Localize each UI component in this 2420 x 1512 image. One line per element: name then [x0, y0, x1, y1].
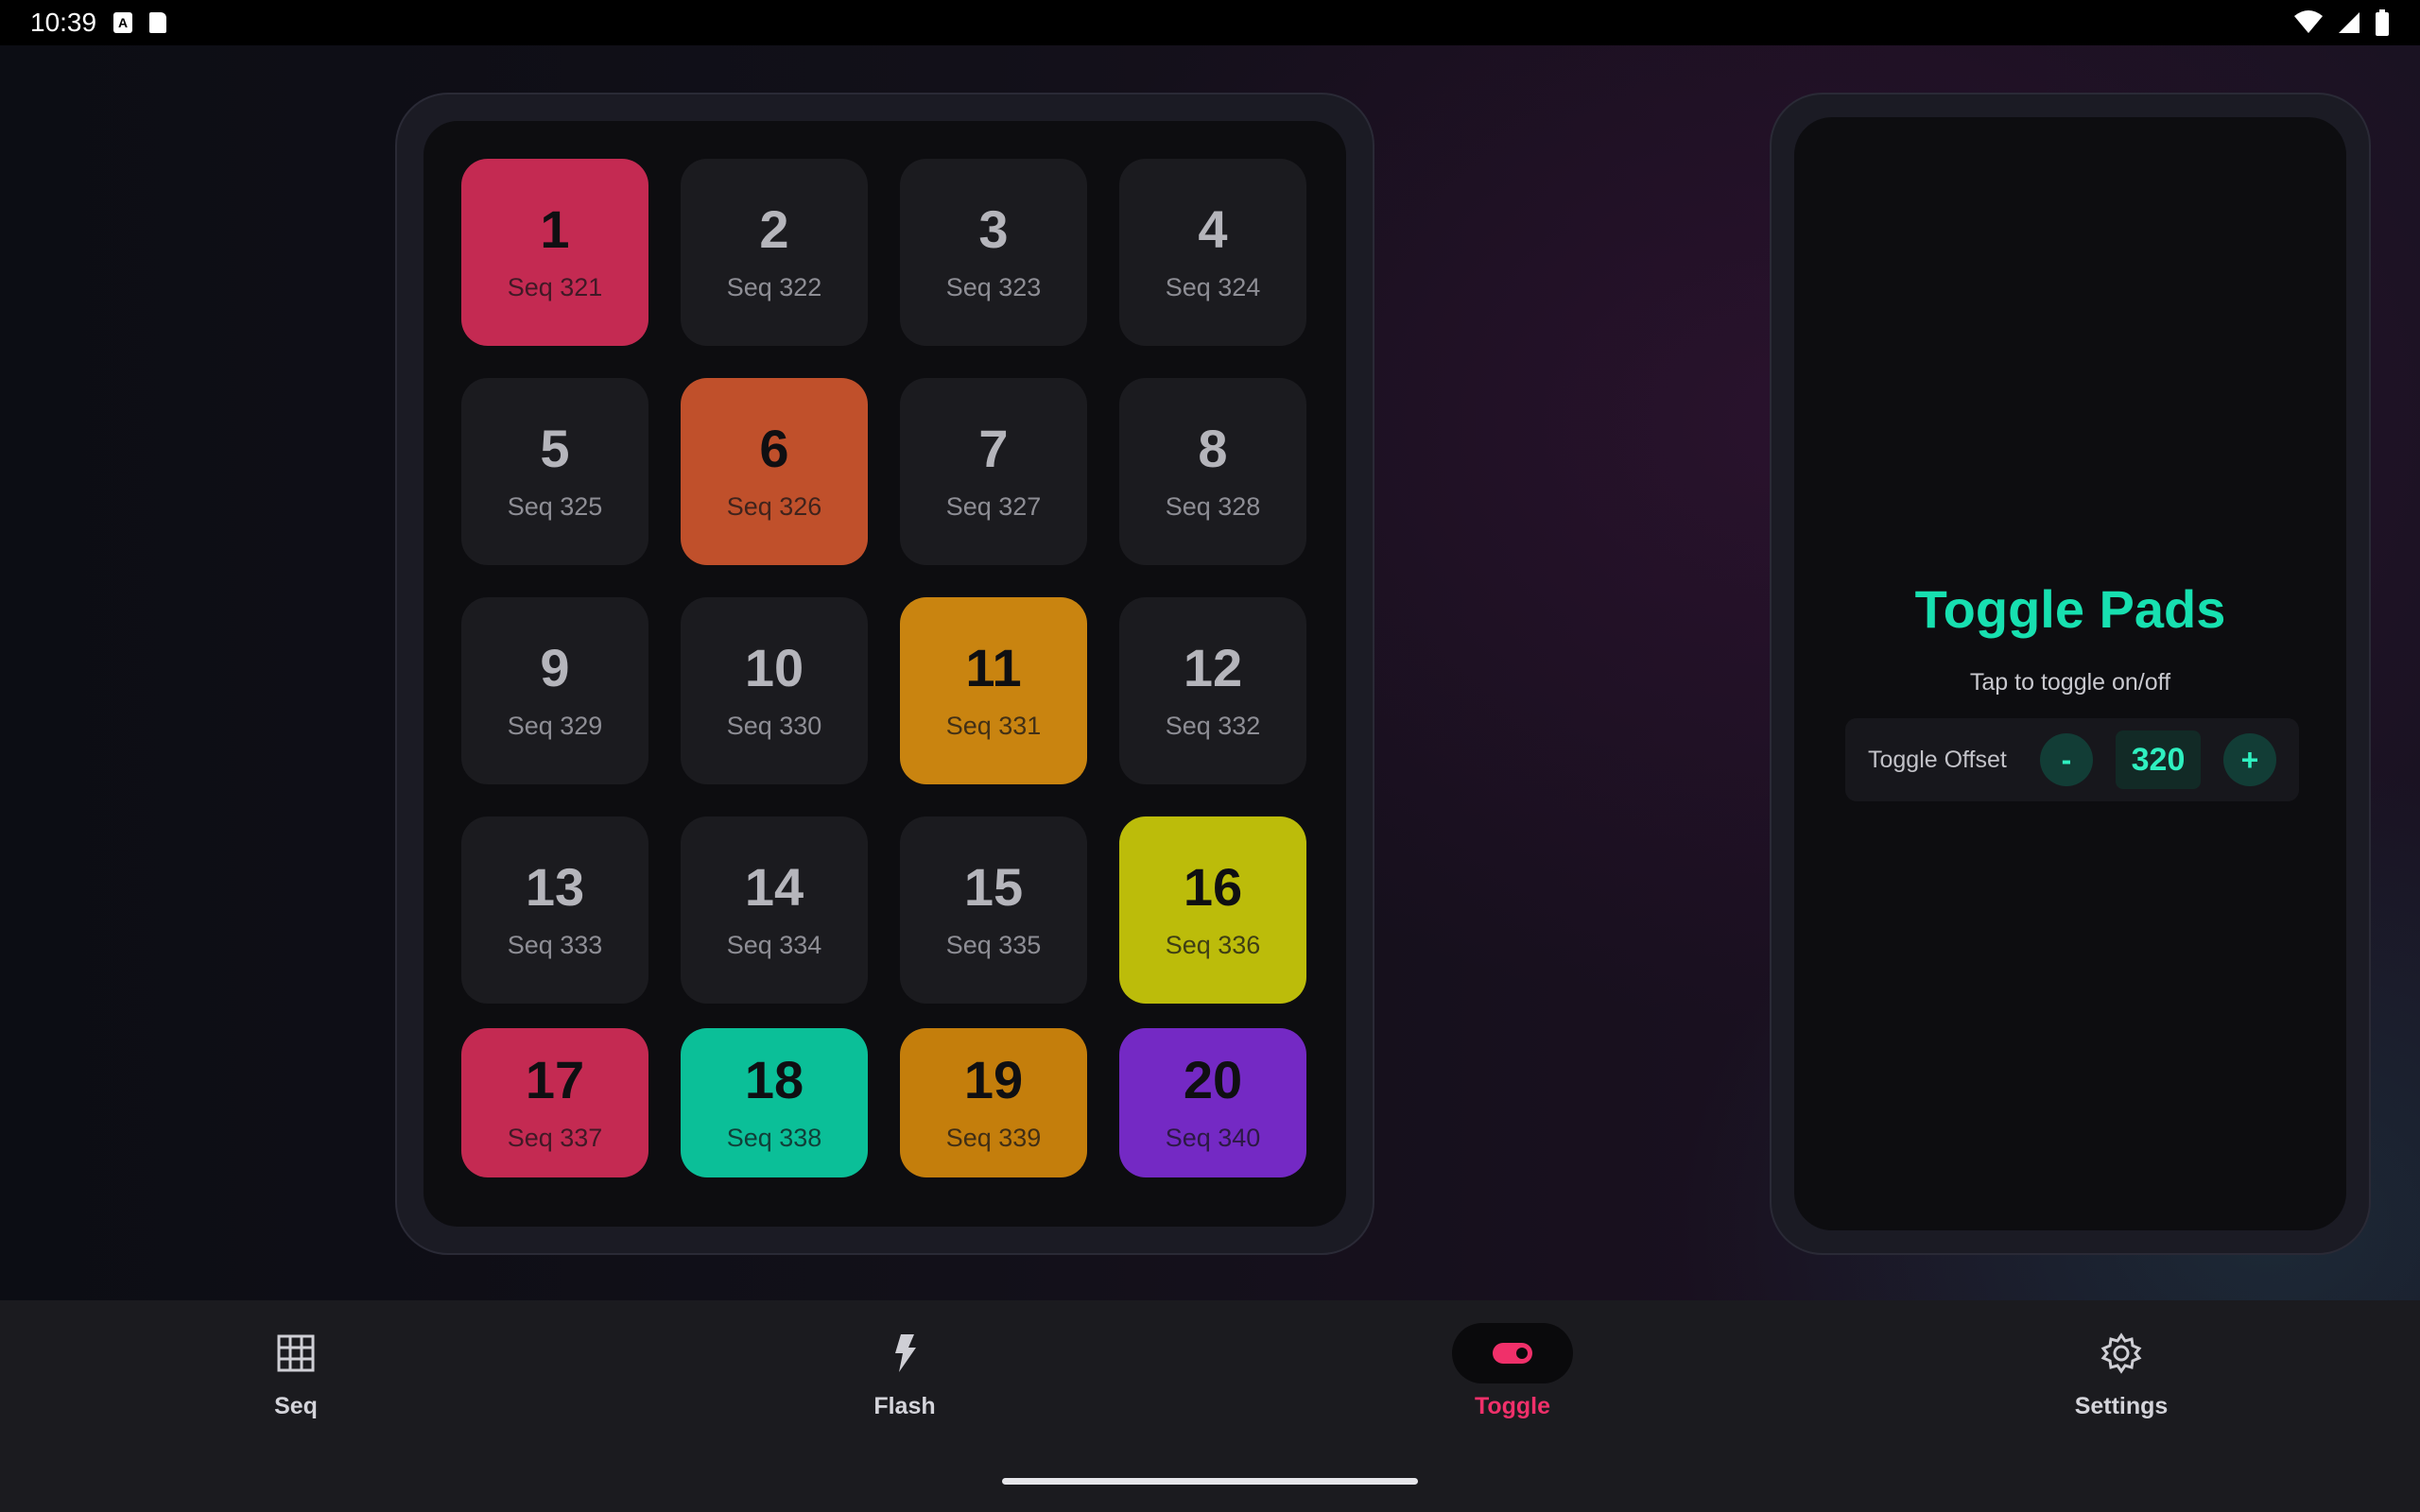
nav-label: Toggle: [1474, 1393, 1551, 1419]
pad-number: 1: [540, 198, 570, 259]
main-stage: 1 Seq 321 2 Seq 322 3 Seq 323 4 Seq 324 5 Seq 325…: [0, 45, 2420, 1300]
offset-value[interactable]: 320: [2116, 730, 2201, 789]
pad-seq-label: Seq 321: [507, 272, 603, 301]
pad-9[interactable]: 9 Seq 329: [461, 597, 648, 784]
offset-increment-button[interactable]: +: [2223, 733, 2276, 786]
pad-seq-label: Seq 330: [726, 711, 822, 740]
toggle-offset-control: Toggle Offset - 320 +: [1845, 718, 2299, 801]
pad-seq-label: Seq 336: [1165, 930, 1261, 959]
pad-seq-label: Seq 338: [726, 1123, 822, 1152]
toggle-panel-title: Toggle Pads: [1914, 579, 2226, 639]
pad-seq-label: Seq 335: [945, 930, 1042, 959]
pad-7[interactable]: 7 Seq 327: [900, 378, 1087, 565]
sd-card-icon: [149, 12, 167, 33]
pad-number: 15: [963, 856, 1024, 917]
pad-8[interactable]: 8 Seq 328: [1119, 378, 1306, 565]
pad-seq-label: Seq 325: [507, 491, 603, 521]
pad-number: 8: [1198, 418, 1228, 478]
pad-2[interactable]: 2 Seq 322: [681, 159, 868, 346]
pad-13[interactable]: 13 Seq 333: [461, 816, 648, 1004]
pad-17[interactable]: 17 Seq 337: [461, 1028, 648, 1177]
pad-number: 19: [963, 1049, 1024, 1109]
nav-icon-wrap: [1452, 1323, 1573, 1383]
pad-seq-label: Seq 327: [945, 491, 1042, 521]
pad-seq-label: Seq 334: [726, 930, 822, 959]
pad-number: 17: [525, 1049, 585, 1109]
signal-icon: [2339, 12, 2360, 33]
nav-label: Flash: [873, 1393, 936, 1419]
pad-number: 12: [1183, 637, 1243, 697]
pad-number: 20: [1183, 1049, 1243, 1109]
nav-icon-wrap: [2061, 1323, 2182, 1383]
pad-number: 13: [525, 856, 585, 917]
pad-3[interactable]: 3 Seq 323: [900, 159, 1087, 346]
pad-seq-label: Seq 329: [507, 711, 603, 740]
pad-number: 7: [978, 418, 1009, 478]
pad-seq-label: Seq 333: [507, 930, 603, 959]
pad-14[interactable]: 14 Seq 334: [681, 816, 868, 1004]
nav-item-settings[interactable]: Settings: [1979, 1323, 2263, 1436]
pad-number: 9: [540, 637, 570, 697]
pad-19[interactable]: 19 Seq 339: [900, 1028, 1087, 1177]
pad-18[interactable]: 18 Seq 338: [681, 1028, 868, 1177]
pad-number: 16: [1183, 856, 1243, 917]
pad-number: 11: [965, 637, 1022, 697]
pad-seq-label: Seq 339: [945, 1123, 1042, 1152]
pad-seq-label: Seq 340: [1165, 1123, 1261, 1152]
pad-seq-label: Seq 323: [945, 272, 1042, 301]
nav-label: Settings: [2074, 1393, 2169, 1419]
pad-seq-label: Seq 324: [1165, 272, 1261, 301]
status-bar: 10:39 A: [0, 0, 2420, 45]
pad-1[interactable]: 1 Seq 321: [461, 159, 648, 346]
pad-seq-label: Seq 326: [726, 491, 822, 521]
grid-icon: [277, 1334, 315, 1372]
pad-number: 18: [744, 1049, 804, 1109]
pad-number: 14: [744, 856, 804, 917]
pad-number: 3: [978, 198, 1009, 259]
gear-icon: [2100, 1332, 2142, 1374]
battery-icon: [2376, 9, 2389, 36]
pad-seq-label: Seq 322: [726, 272, 822, 301]
pad-panel: 1 Seq 321 2 Seq 322 3 Seq 323 4 Seq 324 5 Seq 325…: [395, 93, 1374, 1255]
pad-seq-label: Seq 337: [507, 1123, 603, 1152]
pad-number: 5: [540, 418, 570, 478]
pad-10[interactable]: 10 Seq 330: [681, 597, 868, 784]
flash-icon: [895, 1334, 916, 1372]
status-time: 10:39: [30, 8, 97, 37]
pad-grid: 1 Seq 321 2 Seq 322 3 Seq 323 4 Seq 324 5 Seq 325…: [424, 121, 1346, 1227]
toggle-offset-label: Toggle Offset: [1868, 746, 2007, 773]
pad-number: 6: [759, 418, 789, 478]
pad-12[interactable]: 12 Seq 332: [1119, 597, 1306, 784]
notification-a-icon: A: [113, 12, 133, 33]
nav-item-seq[interactable]: Seq: [154, 1323, 438, 1436]
pad-seq-label: Seq 328: [1165, 491, 1261, 521]
wifi-icon: [2294, 10, 2323, 33]
pad-20[interactable]: 20 Seq 340: [1119, 1028, 1306, 1177]
offset-decrement-button[interactable]: -: [2040, 733, 2093, 786]
toggle-icon: [1493, 1343, 1532, 1364]
pad-number: 10: [744, 637, 804, 697]
pad-6[interactable]: 6 Seq 326: [681, 378, 868, 565]
nav-icon-wrap: [844, 1323, 965, 1383]
pad-seq-label: Seq 331: [945, 711, 1042, 740]
toggle-panel-inner: Toggle Pads Tap to toggle on/off Toggle …: [1794, 117, 2346, 1230]
home-indicator[interactable]: [1002, 1478, 1418, 1485]
nav-item-flash[interactable]: Flash: [763, 1323, 1046, 1436]
pad-5[interactable]: 5 Seq 325: [461, 378, 648, 565]
pad-number: 2: [759, 198, 789, 259]
toggle-panel: Toggle Pads Tap to toggle on/off Toggle …: [1770, 93, 2371, 1255]
nav-label: Seq: [274, 1393, 318, 1419]
pad-15[interactable]: 15 Seq 335: [900, 816, 1087, 1004]
pad-16[interactable]: 16 Seq 336: [1119, 816, 1306, 1004]
nav-icon-wrap: [235, 1323, 356, 1383]
toggle-panel-subtitle: Tap to toggle on/off: [1969, 669, 2171, 696]
pad-number: 4: [1198, 198, 1228, 259]
pad-11[interactable]: 11 Seq 331: [900, 597, 1087, 784]
pad-seq-label: Seq 332: [1165, 711, 1261, 740]
nav-item-toggle[interactable]: Toggle: [1371, 1323, 1654, 1436]
pad-4[interactable]: 4 Seq 324: [1119, 159, 1306, 346]
